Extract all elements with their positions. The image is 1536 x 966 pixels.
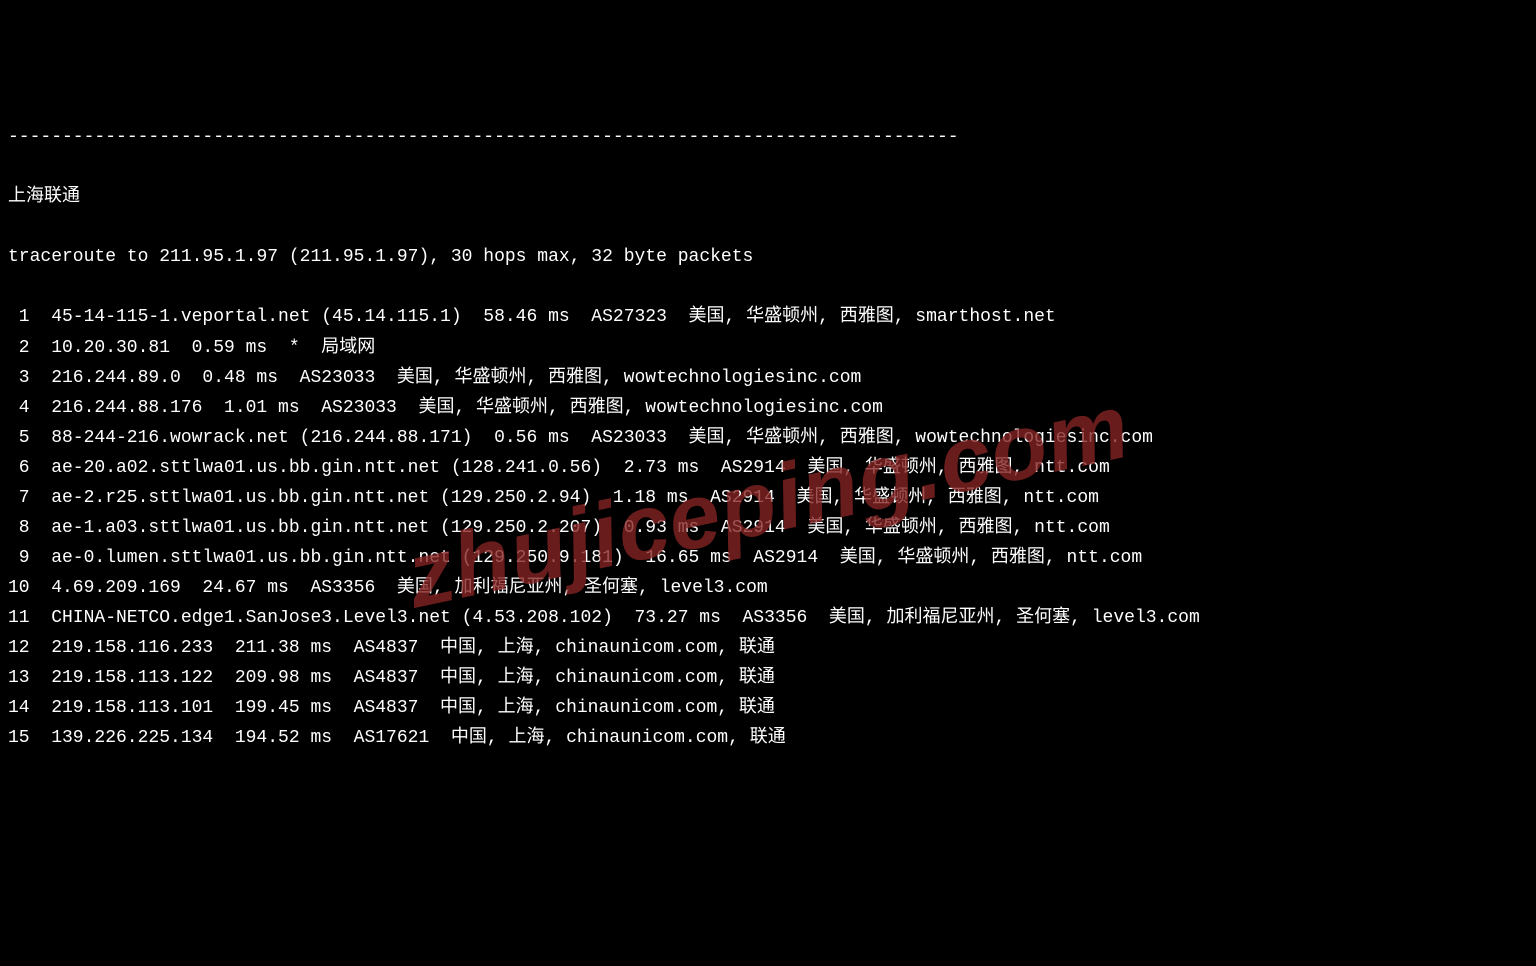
hop-details: CHINA-NETCO.edge1.SanJose3.Level3.net (4… <box>30 608 1200 628</box>
hop-number: 12 <box>8 633 30 663</box>
hop-row: 8 ae-1.a03.sttlwa01.us.bb.gin.ntt.net (1… <box>8 513 1528 543</box>
hop-row: 2 10.20.30.81 0.59 ms * 局域网 <box>8 333 1528 363</box>
hop-row: 13 219.158.113.122 209.98 ms AS4837 中国, … <box>8 663 1528 693</box>
hop-details: 139.226.225.134 194.52 ms AS17621 中国, 上海… <box>30 728 786 748</box>
hop-row: 9 ae-0.lumen.sttlwa01.us.bb.gin.ntt.net … <box>8 543 1528 573</box>
hop-row: 6 ae-20.a02.sttlwa01.us.bb.gin.ntt.net (… <box>8 453 1528 483</box>
hop-row: 7 ae-2.r25.sttlwa01.us.bb.gin.ntt.net (1… <box>8 483 1528 513</box>
hop-number: 1 <box>8 302 30 332</box>
hop-number: 7 <box>8 483 30 513</box>
hop-row: 14 219.158.113.101 199.45 ms AS4837 中国, … <box>8 693 1528 723</box>
hop-details: ae-2.r25.sttlwa01.us.bb.gin.ntt.net (129… <box>30 488 1099 508</box>
hop-number: 3 <box>8 363 30 393</box>
hop-row: 12 219.158.116.233 211.38 ms AS4837 中国, … <box>8 633 1528 663</box>
hop-number: 15 <box>8 723 30 753</box>
hop-details: 216.244.88.176 1.01 ms AS23033 美国, 华盛顿州,… <box>30 398 883 418</box>
route-title: 上海联通 <box>8 182 1528 212</box>
hop-list: 1 45-14-115-1.veportal.net (45.14.115.1)… <box>8 302 1528 753</box>
hop-details: 10.20.30.81 0.59 ms * 局域网 <box>30 338 376 358</box>
hop-details: 88-244-216.wowrack.net (216.244.88.171) … <box>30 428 1153 448</box>
hop-row: 5 88-244-216.wowrack.net (216.244.88.171… <box>8 423 1528 453</box>
separator-line: ----------------------------------------… <box>8 122 1528 152</box>
hop-number: 9 <box>8 543 30 573</box>
hop-details: 219.158.113.122 209.98 ms AS4837 中国, 上海,… <box>30 668 775 688</box>
hop-row: 4 216.244.88.176 1.01 ms AS23033 美国, 华盛顿… <box>8 393 1528 423</box>
hop-details: 219.158.116.233 211.38 ms AS4837 中国, 上海,… <box>30 638 775 658</box>
hop-number: 4 <box>8 393 30 423</box>
hop-row: 1 45-14-115-1.veportal.net (45.14.115.1)… <box>8 302 1528 332</box>
hop-row: 15 139.226.225.134 194.52 ms AS17621 中国,… <box>8 723 1528 753</box>
hop-number: 2 <box>8 333 30 363</box>
hop-number: 8 <box>8 513 30 543</box>
hop-number: 13 <box>8 663 30 693</box>
hop-number: 5 <box>8 423 30 453</box>
hop-number: 11 <box>8 603 30 633</box>
hop-details: ae-0.lumen.sttlwa01.us.bb.gin.ntt.net (1… <box>30 548 1143 568</box>
hop-details: 216.244.89.0 0.48 ms AS23033 美国, 华盛顿州, 西… <box>30 368 862 388</box>
hop-number: 14 <box>8 693 30 723</box>
hop-row: 11 CHINA-NETCO.edge1.SanJose3.Level3.net… <box>8 603 1528 633</box>
hop-row: 10 4.69.209.169 24.67 ms AS3356 美国, 加利福尼… <box>8 573 1528 603</box>
hop-details: 4.69.209.169 24.67 ms AS3356 美国, 加利福尼亚州,… <box>30 578 768 598</box>
hop-row: 3 216.244.89.0 0.48 ms AS23033 美国, 华盛顿州,… <box>8 363 1528 393</box>
hop-number: 6 <box>8 453 30 483</box>
hop-details: 219.158.113.101 199.45 ms AS4837 中国, 上海,… <box>30 698 775 718</box>
hop-details: ae-1.a03.sttlwa01.us.bb.gin.ntt.net (129… <box>30 518 1110 538</box>
hop-details: 45-14-115-1.veportal.net (45.14.115.1) 5… <box>30 307 1056 327</box>
traceroute-command: traceroute to 211.95.1.97 (211.95.1.97),… <box>8 242 1528 272</box>
hop-number: 10 <box>8 573 30 603</box>
hop-details: ae-20.a02.sttlwa01.us.bb.gin.ntt.net (12… <box>30 458 1110 478</box>
